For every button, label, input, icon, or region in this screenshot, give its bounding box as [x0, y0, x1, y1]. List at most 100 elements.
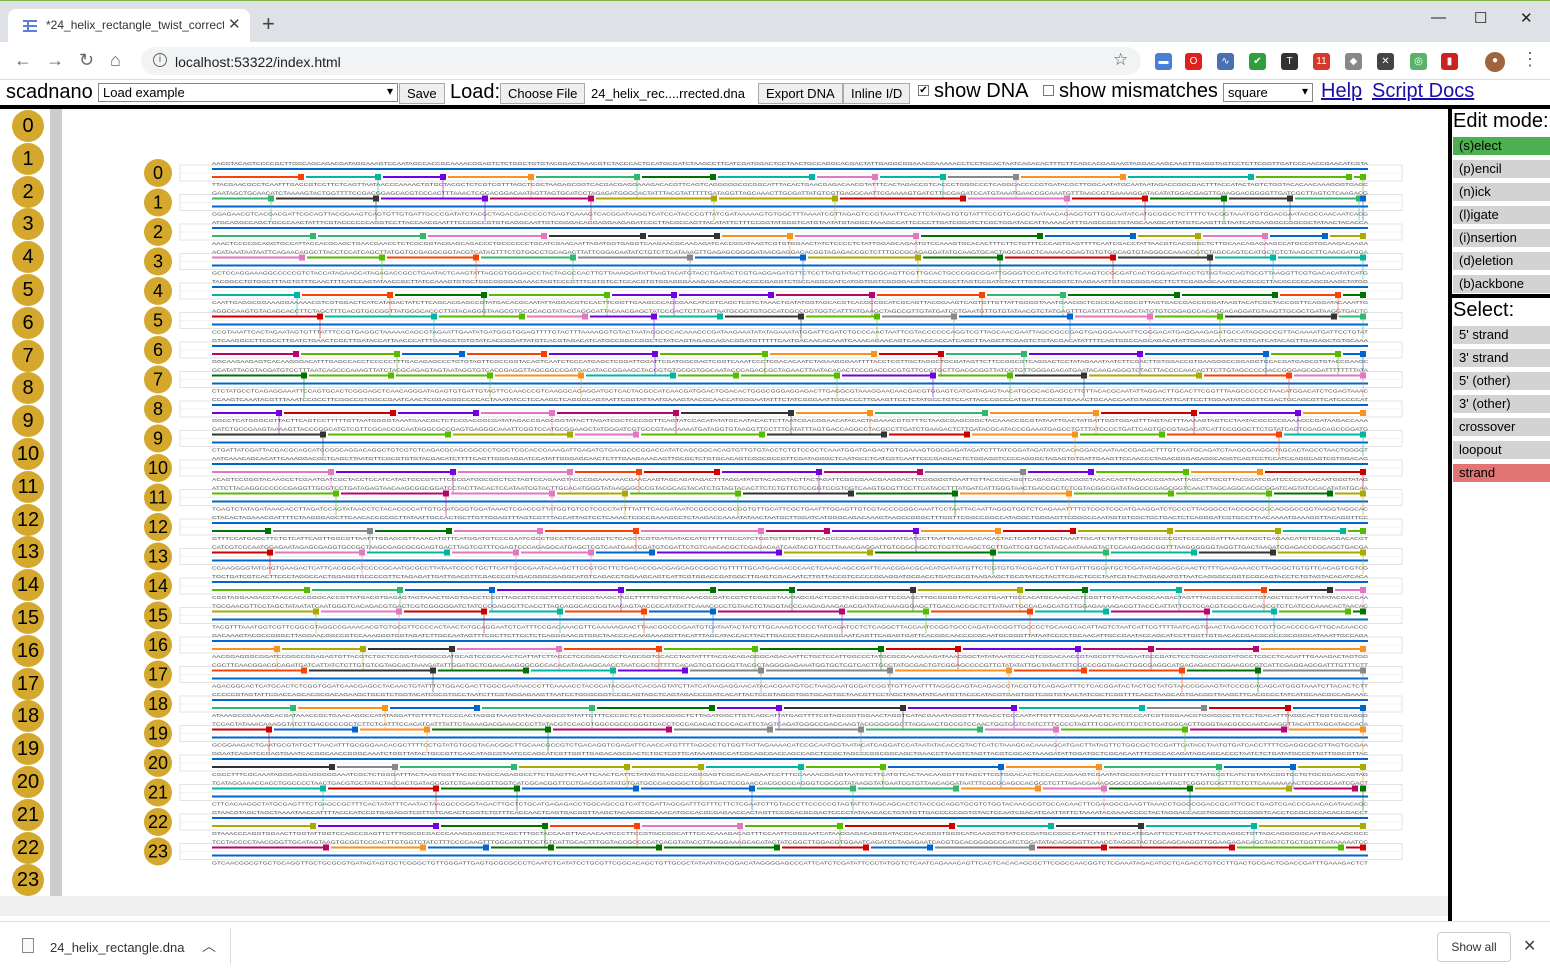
- strand-end[interactable]: [298, 174, 304, 180]
- strand-end[interactable]: [774, 844, 780, 851]
- strand-end[interactable]: [301, 667, 307, 674]
- forward-arrow-icon[interactable]: →: [46, 50, 64, 71]
- strand-end[interactable]: [1338, 844, 1344, 851]
- edit-mode-button[interactable]: (i)nsertion: [1453, 229, 1550, 247]
- strand-end[interactable]: [1281, 726, 1287, 733]
- strand-end[interactable]: [1360, 608, 1366, 615]
- strand-end[interactable]: [881, 431, 887, 438]
- load-example-select[interactable]: Load example: [98, 83, 398, 102]
- side-helix-circle[interactable]: 16: [12, 634, 44, 667]
- strand-end[interactable]: [1331, 313, 1337, 320]
- strand-end[interactable]: [848, 490, 854, 497]
- strand-end[interactable]: [541, 233, 547, 239]
- strand-end[interactable]: [1201, 705, 1207, 711]
- ext-icon-3[interactable]: ∿: [1217, 53, 1234, 70]
- helix-row[interactable]: 21 TCATAGGAAACCACCTGGCCCCTAACTGACGTGCTATA…: [144, 778, 1403, 811]
- strand-end[interactable]: [633, 785, 639, 792]
- strand-end[interactable]: [714, 469, 720, 475]
- side-helix-circle[interactable]: 8: [12, 372, 44, 405]
- strand-end[interactable]: [511, 764, 517, 770]
- helix-row[interactable]: 13 CATCGTCCCAATGGAGAATAGAGCGAGGTGCCGCTAAG…: [144, 542, 1403, 575]
- browser-tab[interactable]: *24_helix_rectangle_twist_correct ✕: [8, 9, 250, 43]
- strand-end[interactable]: [352, 726, 358, 733]
- strand-end[interactable]: [776, 549, 782, 556]
- strand-end[interactable]: [633, 431, 639, 438]
- strand-end[interactable]: [1168, 490, 1174, 497]
- horizontal-scrollbar[interactable]: [0, 896, 1448, 916]
- strand-end[interactable]: [519, 313, 525, 320]
- strand-end[interactable]: [1346, 174, 1352, 180]
- strand-end[interactable]: [1070, 528, 1076, 534]
- strand-end[interactable]: [1327, 587, 1333, 593]
- strand-end[interactable]: [299, 254, 305, 261]
- strand-end[interactable]: [1360, 646, 1366, 652]
- strand-end[interactable]: [1270, 549, 1276, 556]
- strand-end[interactable]: [1327, 490, 1333, 497]
- strand-end[interactable]: [388, 372, 394, 379]
- strand-end[interactable]: [863, 844, 869, 851]
- strand-end[interactable]: [1081, 667, 1087, 674]
- strand-end[interactable]: [433, 823, 439, 829]
- strand-end[interactable]: [1352, 785, 1358, 792]
- select-option-button[interactable]: 3' (other): [1453, 395, 1550, 413]
- chevron-up-icon[interactable]: ︿: [202, 936, 216, 956]
- strand-end[interactable]: [541, 351, 547, 357]
- help-link[interactable]: Help: [1321, 80, 1362, 103]
- strand-end[interactable]: [960, 195, 966, 202]
- strand-end[interactable]: [1253, 646, 1259, 652]
- script-docs-link[interactable]: Script Docs: [1372, 80, 1474, 103]
- helix-row[interactable]: 3 ACATAAATAATAATTCAGAACAGGCTTACCTCCATCAGC…: [144, 247, 1403, 280]
- side-helix-circle[interactable]: 12: [12, 503, 44, 536]
- strand-end[interactable]: [1340, 528, 1346, 534]
- edit-mode-button[interactable]: (s)elect: [1453, 137, 1550, 155]
- tex-icon[interactable]: T: [1281, 53, 1298, 70]
- home-icon[interactable]: ⌂: [110, 50, 121, 71]
- strand-end[interactable]: [953, 785, 959, 792]
- strand-end[interactable]: [1322, 233, 1328, 239]
- side-helix-circle[interactable]: 10: [12, 438, 44, 470]
- strand-end[interactable]: [927, 844, 933, 851]
- strand-end[interactable]: [964, 431, 970, 438]
- side-helix-circle[interactable]: 0: [12, 110, 44, 142]
- strand-end[interactable]: [445, 431, 451, 438]
- select-option-button[interactable]: 5' (other): [1453, 372, 1550, 390]
- select-option-button[interactable]: 5' strand: [1453, 326, 1550, 344]
- strand-end[interactable]: [265, 528, 271, 534]
- address-bar[interactable]: i localhost:53322/index.html ☆: [141, 47, 1141, 75]
- window-close-icon[interactable]: ✕: [1520, 9, 1533, 27]
- view-splitter[interactable]: [50, 109, 62, 896]
- strand-end[interactable]: [768, 292, 774, 298]
- strand-end[interactable]: [1029, 844, 1035, 851]
- strand-end[interactable]: [304, 587, 310, 593]
- side-helix-circle[interactable]: 11: [12, 470, 44, 503]
- strand-end[interactable]: [682, 667, 688, 674]
- strand-end[interactable]: [1360, 233, 1366, 239]
- save-button[interactable]: Save: [399, 83, 445, 104]
- strand-end[interactable]: [1101, 844, 1107, 851]
- strand-end[interactable]: [1272, 292, 1278, 298]
- helix-row[interactable]: 15 TGCGAACGTTCCTAGCTATAATATCAATGGGTCACAGA…: [144, 601, 1403, 634]
- ext-icon-9[interactable]: ◎: [1410, 53, 1427, 70]
- strand-end[interactable]: [824, 528, 830, 534]
- strand-end[interactable]: [666, 726, 672, 733]
- select-option-button[interactable]: strand: [1453, 464, 1550, 482]
- tab-close-icon[interactable]: ✕: [228, 15, 241, 33]
- strand-end[interactable]: [1037, 233, 1043, 239]
- strand-end[interactable]: [1229, 844, 1235, 851]
- strand-end[interactable]: [1139, 705, 1145, 711]
- strand-end[interactable]: [1174, 292, 1180, 298]
- select-option-button[interactable]: crossover: [1453, 418, 1550, 436]
- strand-end[interactable]: [977, 726, 983, 733]
- strand-end[interactable]: [1035, 785, 1041, 792]
- side-helix-circle[interactable]: 2: [12, 175, 44, 208]
- strand-end[interactable]: [444, 549, 450, 556]
- strand-end[interactable]: [1191, 549, 1197, 556]
- mute-icon[interactable]: ✕: [1377, 53, 1394, 70]
- strand-end[interactable]: [867, 549, 873, 556]
- strand-end[interactable]: [420, 233, 426, 239]
- url-text[interactable]: localhost:53322/index.html: [175, 54, 341, 70]
- download-filename[interactable]: 24_helix_rectangle.dna: [50, 940, 184, 955]
- side-helix-circle[interactable]: 5: [12, 274, 44, 306]
- minimize-icon[interactable]: —: [1431, 9, 1446, 26]
- strand-end[interactable]: [473, 410, 479, 416]
